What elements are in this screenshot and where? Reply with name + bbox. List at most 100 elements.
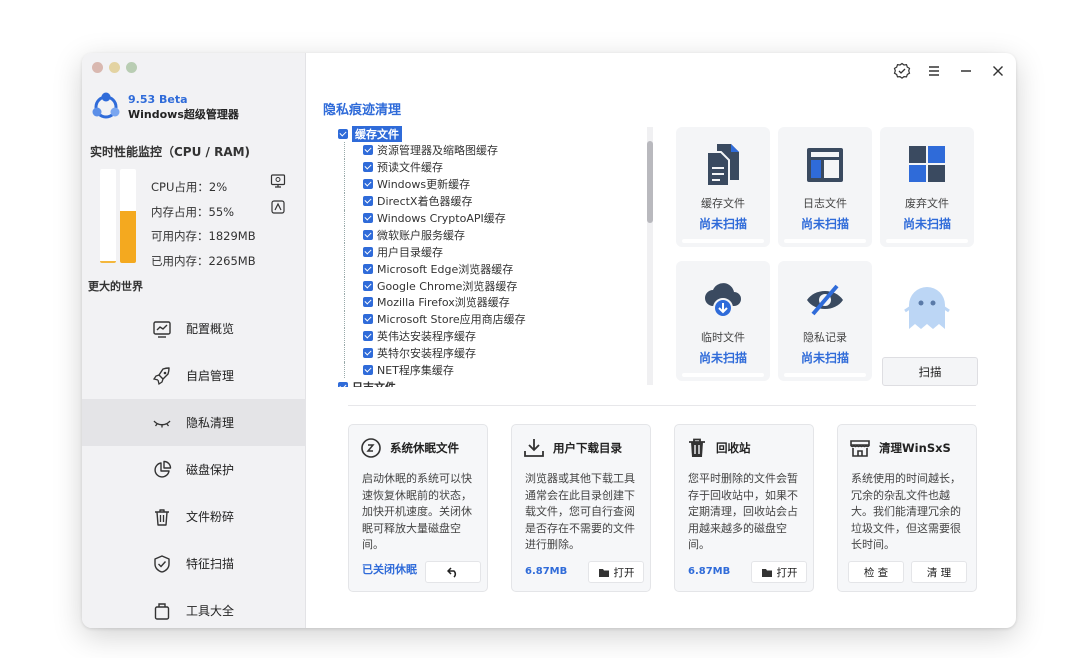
tree-item[interactable]: Windows更新缓存	[344, 175, 648, 193]
app-logo-icon	[92, 92, 120, 119]
checkbox[interactable]	[363, 263, 373, 274]
close-icon[interactable]	[988, 61, 1008, 81]
sidebar-item-overview[interactable]: 配置概览	[82, 305, 306, 352]
tree-item-label: 资源管理器及缩略图缓存	[377, 144, 498, 158]
tree-scrollbar[interactable]	[647, 127, 653, 385]
category-card-log[interactable]: 日志文件 尚未扫描	[778, 127, 872, 247]
checkbox[interactable]	[363, 348, 373, 359]
tree-item[interactable]: 英特尔安装程序缓存	[344, 344, 648, 362]
clean-winsxs-button[interactable]: 清 理	[911, 561, 967, 583]
settings-badge-icon[interactable]	[892, 61, 912, 81]
checkbox[interactable]	[338, 381, 348, 387]
sidebar-item-tools[interactable]: 工具大全	[82, 587, 306, 628]
category-name: 废弃文件	[905, 197, 949, 210]
checkbox[interactable]	[363, 179, 373, 190]
sidebar-item-scan[interactable]: 特征扫描	[82, 540, 306, 587]
sidebar-item-privacy[interactable]: 隐私清理	[82, 399, 306, 446]
tree-item[interactable]: Google Chrome浏览器缓存	[344, 277, 648, 295]
tree-item-label: 英伟达安装程序缓存	[377, 330, 476, 344]
checkbox[interactable]	[363, 297, 373, 308]
eye-slash-icon	[807, 284, 843, 316]
category-card-junk[interactable]: 废弃文件 尚未扫描	[880, 127, 974, 247]
close-dot[interactable]	[92, 62, 103, 73]
category-progress	[886, 239, 968, 243]
scan-button[interactable]: 扫描	[882, 357, 978, 386]
tree-item[interactable]: DirectX着色器缓存	[344, 192, 648, 210]
tree-item[interactable]: Microsoft Edge浏览器缓存	[344, 260, 648, 278]
zoom-dot[interactable]	[126, 62, 137, 73]
folder-size: 6.87MB	[525, 566, 568, 577]
tree-children: 资源管理器及缩略图缓存 预读文件缓存 Windows更新缓存 DirectX着色器缓存…	[338, 142, 648, 379]
category-status: 尚未扫描	[698, 217, 747, 231]
tree-item-label: 英特尔安装程序缓存	[377, 347, 476, 361]
pie-chart-icon	[154, 460, 172, 478]
tool-title: 清理WinSxS	[879, 441, 951, 455]
category-card-cache[interactable]: 缓存文件 尚未扫描	[676, 127, 770, 247]
mem-available: 可用内存：1829MB	[151, 229, 256, 243]
tree-item[interactable]: NET程序集缓存	[344, 361, 648, 379]
hibernate-status-link[interactable]: 已关闭休眠	[362, 561, 417, 577]
rocket-icon	[152, 367, 170, 386]
minimize-dot[interactable]	[109, 62, 120, 73]
tree-item-label: Google Chrome浏览器缓存	[377, 279, 518, 293]
sidebar: 9.53 Beta Windows超级管理器 实时性能监控（CPU / RAM)…	[82, 53, 306, 628]
checkbox[interactable]	[363, 365, 373, 376]
tree-item[interactable]: 微软账户服务缓存	[344, 226, 648, 244]
category-card-temp[interactable]: 临时文件 尚未扫描	[676, 261, 770, 381]
trash-icon	[155, 509, 169, 526]
tree-root-label: 日志文件	[352, 379, 396, 387]
checkbox[interactable]	[338, 128, 348, 139]
sidebar-item-label: 文件粉碎	[186, 510, 235, 524]
tree-item[interactable]: Microsoft Store应用商店缓存	[344, 310, 648, 328]
hibernate-toggle-button[interactable]	[425, 561, 481, 583]
monitor-icon[interactable]	[270, 173, 286, 189]
category-status: 尚未扫描	[800, 217, 849, 231]
tool-card-hibernate: 系统休眠文件 启动休眠的系统可以快速恢复休眠前的状态，加快开机速度。关闭休眠可释…	[348, 424, 488, 592]
window-controls	[892, 61, 1008, 81]
tree-item[interactable]: 预读文件缓存	[344, 158, 648, 176]
folder-icon	[598, 568, 609, 577]
sidebar-item-label: 自启管理	[186, 369, 235, 383]
category-name: 临时文件	[701, 331, 745, 344]
checkbox[interactable]	[363, 314, 373, 325]
checkbox[interactable]	[363, 246, 373, 257]
checkbox[interactable]	[363, 145, 373, 156]
tree-item[interactable]: Mozilla Firefox浏览器缓存	[344, 294, 648, 311]
app-name: Windows超级管理器	[128, 108, 239, 121]
tree-item[interactable]: 英伟达安装程序缓存	[344, 327, 648, 345]
sleep-icon	[361, 438, 381, 458]
tool-title: 系统休眠文件	[390, 441, 459, 455]
sidebar-item-disk[interactable]: 磁盘保护	[82, 446, 306, 493]
checkbox[interactable]	[363, 213, 373, 223]
tree-item[interactable]: 资源管理器及缩略图缓存	[344, 142, 648, 159]
tool-card-downloads: 用户下载目录 浏览器或其他下载工具通常会在此目录创建下载文件，您可自行查阅是否存…	[511, 424, 651, 592]
tree-item-label: Windows CryptoAPI缓存	[377, 212, 506, 225]
minimize-icon[interactable]	[956, 61, 976, 81]
tree-item[interactable]: Windows CryptoAPI缓存	[344, 209, 648, 227]
button-label: 打开	[776, 566, 798, 579]
category-progress	[784, 373, 866, 377]
sidebar-item-startup[interactable]: 自启管理	[82, 352, 306, 399]
tree-root-cache[interactable]: 缓存文件	[338, 125, 648, 142]
page-title: 隐私痕迹清理	[323, 103, 402, 118]
tree-root-log[interactable]: 日志文件	[338, 378, 648, 387]
tree-item[interactable]: 用户目录缓存	[344, 243, 648, 261]
checkbox[interactable]	[363, 331, 373, 342]
checkbox[interactable]	[363, 196, 373, 207]
memory-clean-icon[interactable]	[270, 199, 286, 215]
sidebar-item-label: 磁盘保护	[186, 463, 235, 477]
toolbox-icon	[154, 603, 170, 620]
tree-root-label: 缓存文件	[352, 125, 402, 142]
category-card-privacy[interactable]: 隐私记录 尚未扫描	[778, 261, 872, 381]
check-winsxs-button[interactable]: 检 查	[848, 561, 904, 583]
tool-description: 您平时删除的文件会暂存于回收站中，如果不定期清理，回收站会占用越来越多的磁盘空间…	[688, 472, 798, 551]
ghost-mascot-icon	[904, 287, 950, 329]
open-recycle-button[interactable]: 打开	[751, 561, 807, 583]
menu-icon[interactable]	[924, 61, 944, 81]
sidebar-item-shredder[interactable]: 文件粉碎	[82, 493, 306, 540]
open-downloads-button[interactable]: 打开	[588, 561, 644, 583]
checkbox[interactable]	[363, 229, 373, 240]
tree-scrollbar-thumb[interactable]	[647, 141, 653, 223]
checkbox[interactable]	[363, 162, 373, 173]
checkbox[interactable]	[363, 280, 373, 291]
